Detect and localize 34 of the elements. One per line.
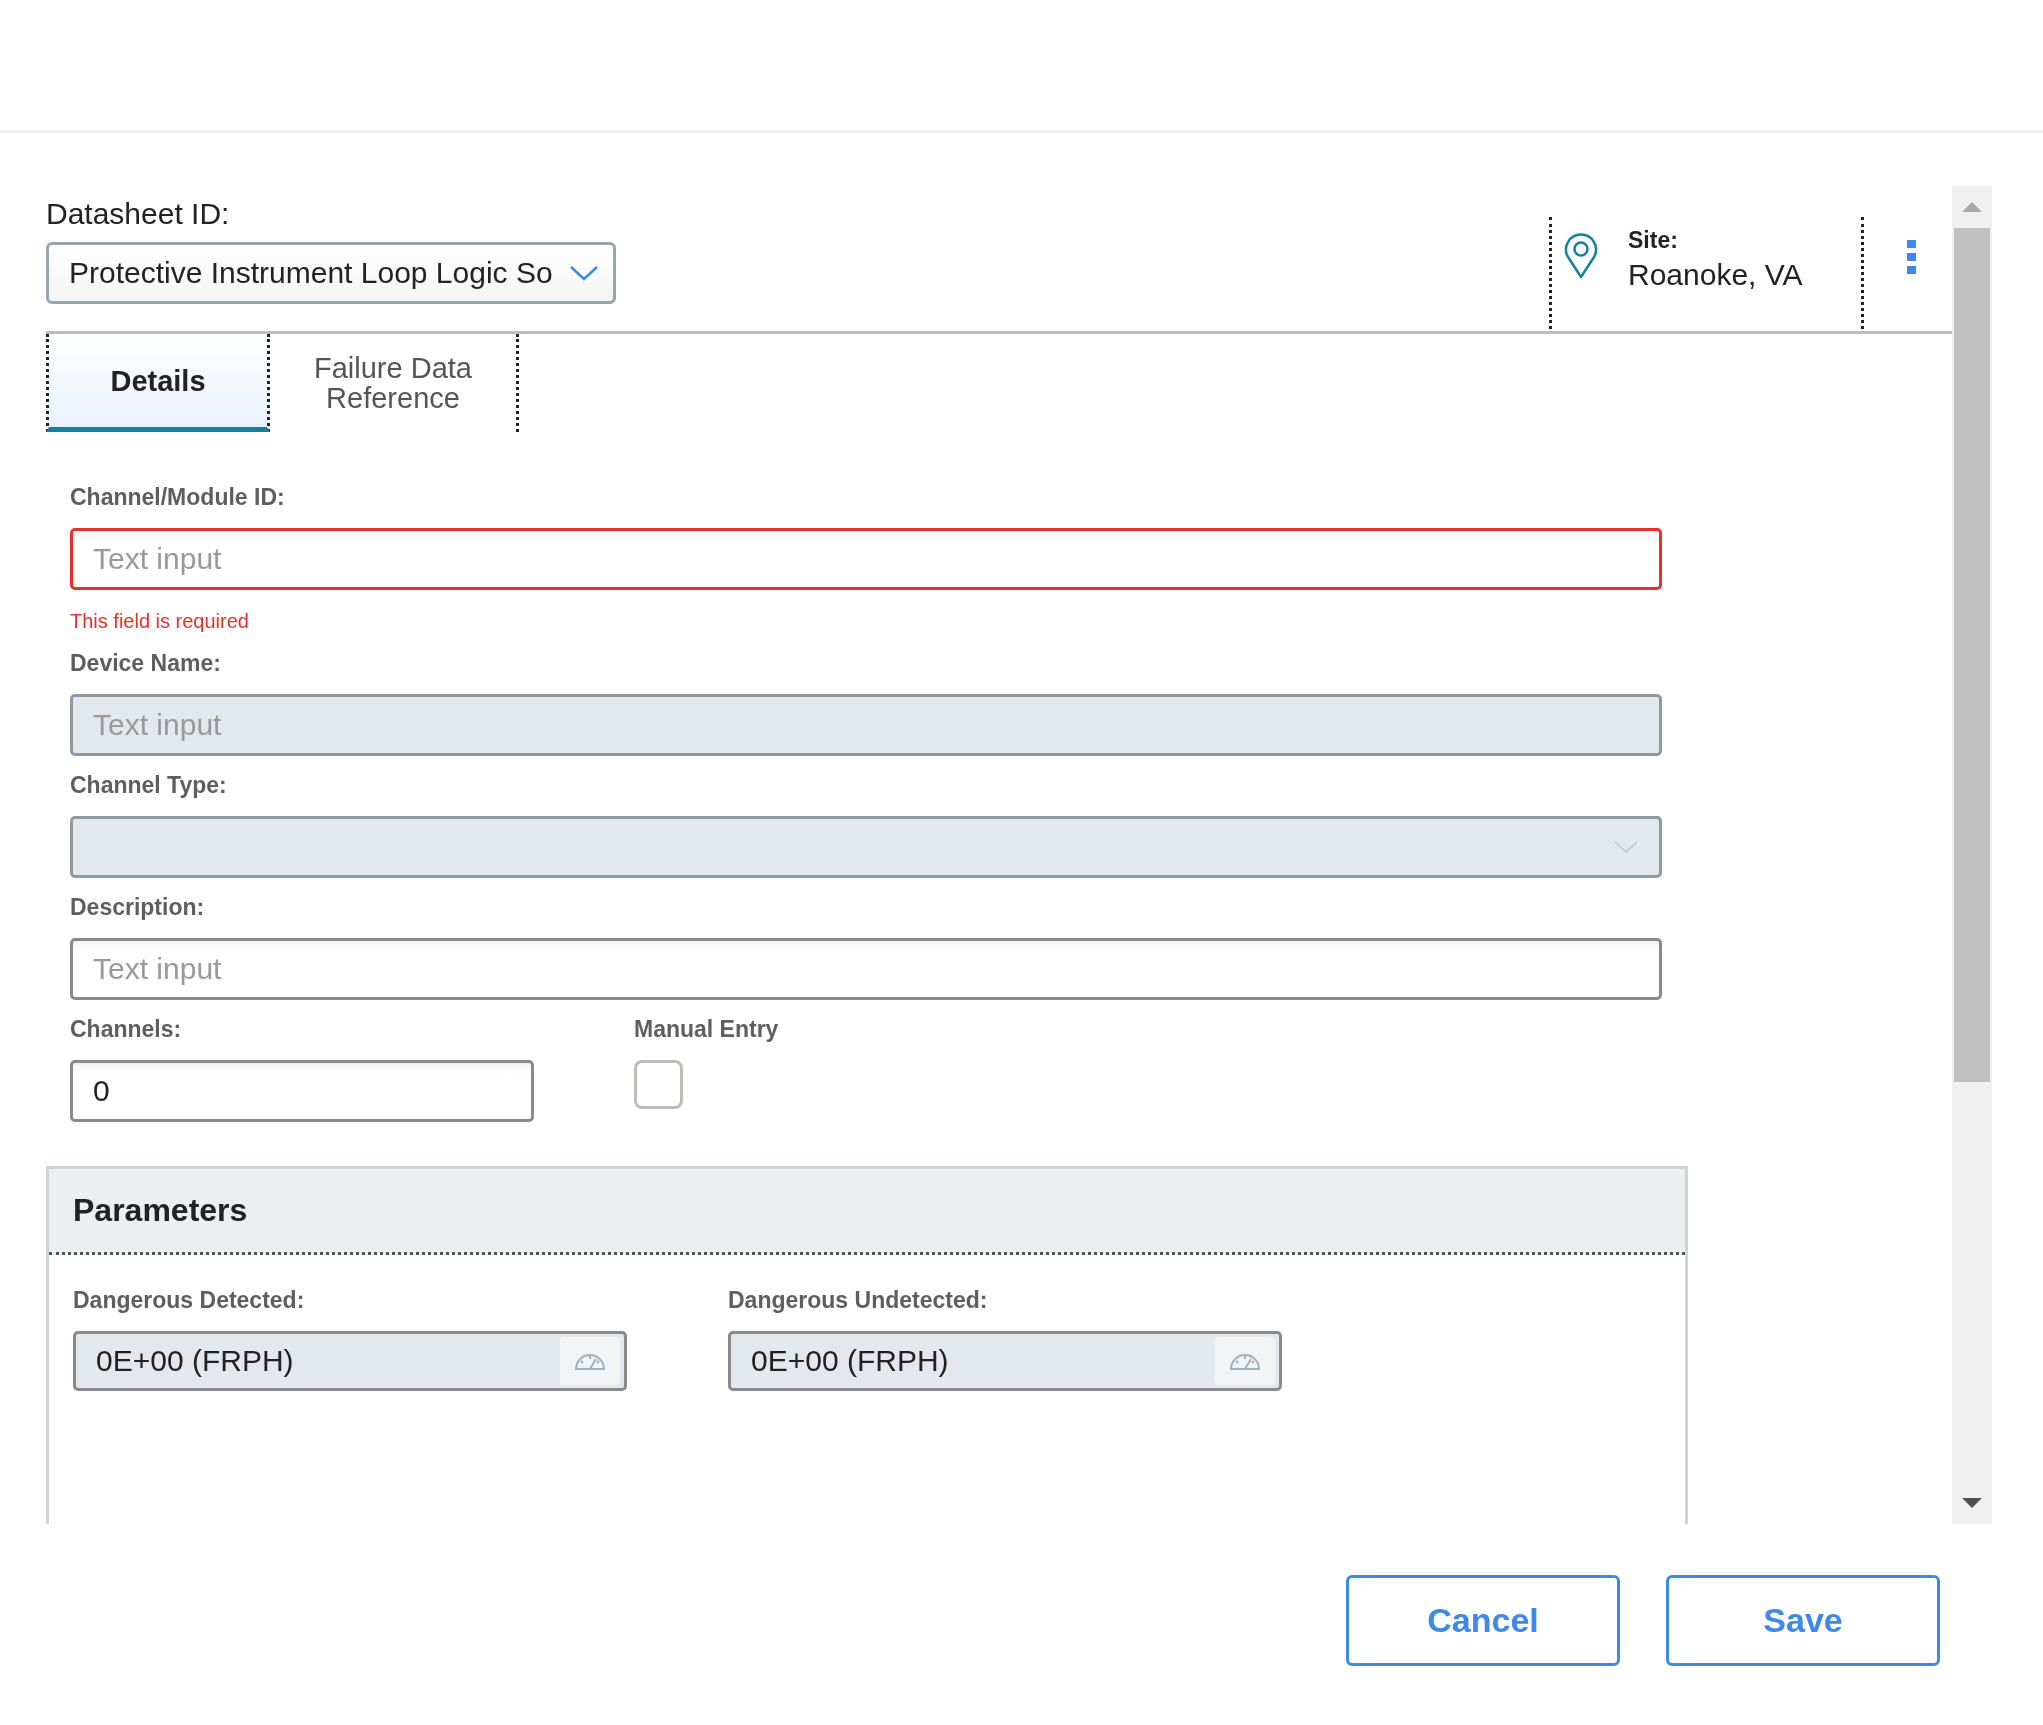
field-label: Channels: — [70, 1015, 183, 1044]
value-field[interactable]: 0E+00 (FRPH) — [728, 1331, 1282, 1391]
value-field[interactable]: 0E+00 (FRPH) — [73, 1331, 627, 1391]
gauge-icon — [573, 1351, 607, 1371]
field-label: Channel Type: — [70, 771, 228, 800]
scrollbar[interactable] — [1952, 186, 1992, 1524]
location-pin-icon — [1564, 233, 1598, 279]
field-label: Dangerous Undetected: — [728, 1286, 989, 1315]
footer-button[interactable]: Save — [1666, 1575, 1940, 1666]
chevron-down-icon — [569, 264, 599, 282]
more-menu-icon[interactable] — [1907, 240, 1917, 274]
gauge-button[interactable] — [1215, 1337, 1275, 1385]
text-input-field[interactable]: Text input — [70, 938, 1662, 1000]
gauge-icon — [1228, 1351, 1262, 1371]
gauge-button[interactable] — [560, 1337, 620, 1385]
datasheet-label: Datasheet ID: — [46, 196, 231, 232]
text-input-field[interactable]: Text input — [70, 528, 1662, 590]
checkbox-label: Manual Entry — [634, 1015, 779, 1044]
scroll-down-icon[interactable] — [1962, 1497, 1982, 1509]
footer-button[interactable]: Cancel — [1346, 1575, 1620, 1666]
field-label: Dangerous Detected: — [73, 1286, 306, 1315]
checkbox[interactable] — [634, 1060, 683, 1109]
field-label: Description: — [70, 893, 206, 922]
field-label: Channel/Module ID: — [70, 483, 286, 512]
error-message: This field is required — [70, 609, 250, 634]
scroll-up-icon[interactable] — [1962, 201, 1982, 213]
datasheet-dropdown[interactable]: Protective Instrument Loop Logic So — [46, 242, 616, 304]
channels-input-field[interactable]: 0 — [70, 1060, 534, 1122]
site-value: Roanoke, VA — [1628, 257, 1803, 293]
chevron-down-icon — [1613, 839, 1639, 855]
tab[interactable]: Details — [46, 334, 270, 432]
field-label: Device Name: — [70, 649, 222, 678]
site-label: Site: — [1628, 226, 1679, 255]
section-title: Parameters — [73, 1192, 248, 1229]
